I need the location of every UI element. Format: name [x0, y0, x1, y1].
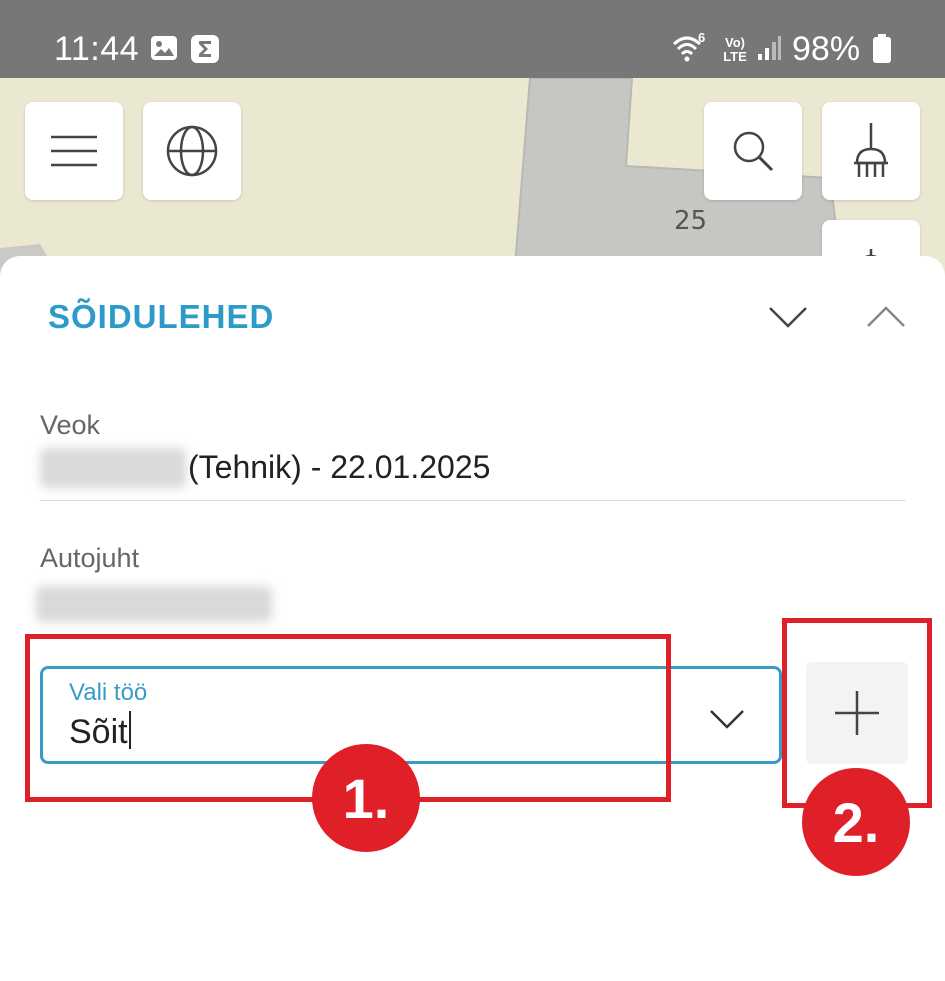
globe-button[interactable]	[143, 102, 241, 200]
search-button[interactable]	[704, 102, 802, 200]
status-bar: 11:44 6 Vo) LTE 98%	[0, 0, 945, 78]
driver-label: Autojuht	[40, 543, 140, 573]
driver-name-redacted	[36, 586, 272, 622]
globe-icon	[166, 125, 218, 177]
vehicle-value[interactable]: (Tehnik) - 22.01.2025	[188, 449, 490, 486]
status-time: 11:44	[54, 30, 140, 68]
wifi-badge: 6	[698, 30, 706, 45]
expand-button[interactable]	[864, 296, 908, 336]
volte-badge: Vo) LTE	[723, 35, 747, 64]
broom-icon	[854, 123, 888, 177]
sigma-app-icon	[190, 34, 219, 63]
vehicle-plate-redacted	[40, 448, 186, 488]
chevron-down-icon	[710, 710, 744, 729]
menu-icon	[51, 135, 97, 167]
menu-button[interactable]	[25, 102, 123, 200]
gallery-icon	[150, 34, 178, 62]
vehicle-label: Veok	[40, 410, 101, 440]
signal-icon	[756, 34, 782, 62]
chevron-down-icon	[769, 307, 807, 328]
sheet-title: SÕIDULEHED	[48, 298, 275, 335]
map-buildings	[0, 78, 842, 278]
search-icon	[733, 131, 774, 172]
annotation-badge-2: 2.	[802, 768, 910, 876]
collapse-button[interactable]	[766, 296, 810, 336]
map-view[interactable]: 25	[0, 78, 945, 278]
chevron-up-icon	[867, 306, 905, 327]
map-house-number: 25	[674, 206, 708, 236]
battery-percent: 98%	[792, 30, 861, 68]
divider	[40, 500, 906, 501]
annotation-badge-1: 1.	[312, 744, 420, 852]
battery-icon	[872, 34, 892, 63]
clear-map-button[interactable]	[822, 102, 920, 200]
